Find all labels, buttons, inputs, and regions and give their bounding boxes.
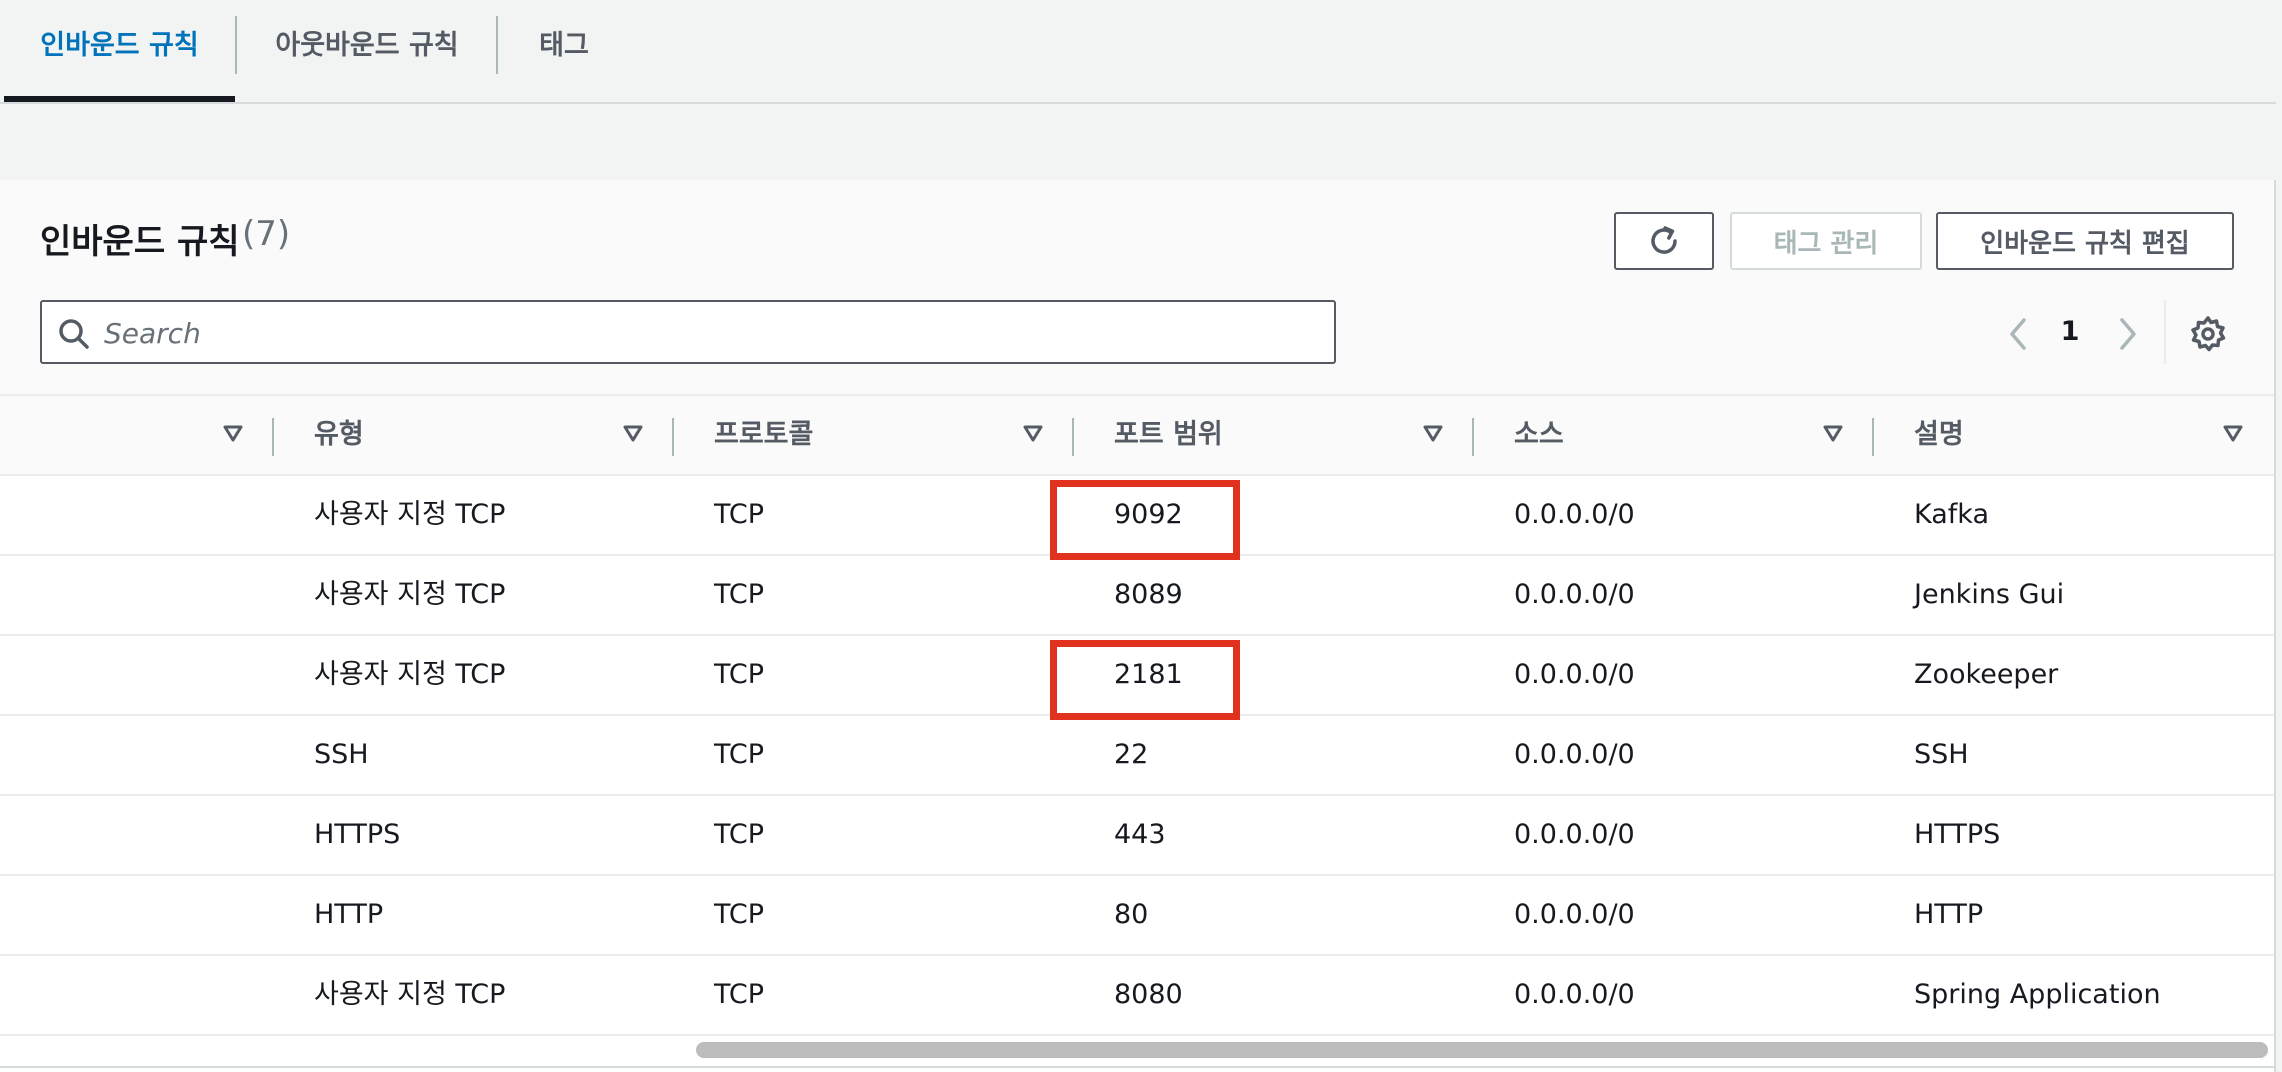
rule-count: (7) <box>242 214 291 254</box>
panel-bottom-border <box>0 1066 2274 1068</box>
column-resizer[interactable] <box>1872 418 1874 456</box>
tab-inbound-rules[interactable]: 인바운드 규칙 <box>4 0 235 102</box>
cell-port-range: 443 <box>1114 819 1166 850</box>
search-input[interactable] <box>102 310 1306 356</box>
cell-description: SSH <box>1914 739 1969 770</box>
horizontal-scrollbar[interactable] <box>696 1042 2268 1058</box>
manage-tags-button[interactable]: 태그 관리 <box>1730 212 1922 270</box>
cell-port-range: 80 <box>1114 899 1149 930</box>
cell-source: 0.0.0.0/0 <box>1514 899 1635 930</box>
cell-type: 사용자 지정 TCP <box>314 659 506 690</box>
table-row[interactable]: HTTP TCP 80 0.0.0.0/0 HTTP <box>0 876 2274 956</box>
cell-description: HTTP <box>1914 899 1984 930</box>
cell-protocol: TCP <box>714 739 765 770</box>
cell-type: 사용자 지정 TCP <box>314 499 506 530</box>
column-resizer[interactable] <box>672 418 674 456</box>
cell-type: 사용자 지정 TCP <box>314 579 506 610</box>
sort-down-icon[interactable] <box>2222 424 2244 444</box>
cell-port-range: 22 <box>1114 739 1149 770</box>
search-icon <box>59 319 89 349</box>
current-page[interactable]: 1 <box>2050 312 2090 352</box>
cell-description: Kafka <box>1914 499 1989 530</box>
cell-description: Spring Application <box>1914 979 2161 1010</box>
cell-protocol: TCP <box>714 579 765 610</box>
cell-port-range: 8089 <box>1114 579 1183 610</box>
pager-divider <box>2164 300 2166 364</box>
panel-header: 인바운드 규칙 (7) 태그 관리 인바운드 규칙 편집 1 <box>0 180 2274 396</box>
table-row[interactable]: 사용자 지정 TCP TCP 8080 0.0.0.0/0 Spring App… <box>0 956 2274 1036</box>
tab-bar: 인바운드 규칙 아웃바운드 규칙 태그 <box>0 0 2276 104</box>
cell-description: Zookeeper <box>1914 659 2059 690</box>
gear-icon[interactable] <box>2188 314 2228 354</box>
column-header-source[interactable]: 소스 <box>1514 396 1564 474</box>
cell-source: 0.0.0.0/0 <box>1514 819 1635 850</box>
tab-outbound-rules[interactable]: 아웃바운드 규칙 <box>237 0 497 102</box>
refresh-button[interactable] <box>1614 212 1714 270</box>
cell-protocol: TCP <box>714 659 765 690</box>
cell-source: 0.0.0.0/0 <box>1514 579 1635 610</box>
table-row[interactable]: 사용자 지정 TCP TCP 8089 0.0.0.0/0 Jenkins Gu… <box>0 556 2274 636</box>
sort-down-icon[interactable] <box>1022 424 1044 444</box>
cell-description: Jenkins Gui <box>1914 579 2065 610</box>
column-header-protocol[interactable]: 프로토콜 <box>714 396 813 474</box>
cell-type: HTTP <box>314 899 384 930</box>
sort-down-icon[interactable] <box>1422 424 1444 444</box>
column-header-port-range[interactable]: 포트 범위 <box>1114 396 1223 474</box>
chevron-right-icon[interactable] <box>2112 314 2144 354</box>
highlight-box-port-2181 <box>1050 640 1240 720</box>
column-header-type[interactable]: 유형 <box>314 396 364 474</box>
column-resizer[interactable] <box>272 418 274 456</box>
cell-source: 0.0.0.0/0 <box>1514 979 1635 1010</box>
cell-type: 사용자 지정 TCP <box>314 979 506 1010</box>
cell-description: HTTPS <box>1914 819 2001 850</box>
refresh-icon <box>1651 226 1677 254</box>
cell-protocol: TCP <box>714 899 765 930</box>
cell-source: 0.0.0.0/0 <box>1514 659 1635 690</box>
table-row[interactable]: HTTPS TCP 443 0.0.0.0/0 HTTPS <box>0 796 2274 876</box>
column-resizer[interactable] <box>1472 418 1474 456</box>
table-row[interactable]: SSH TCP 22 0.0.0.0/0 SSH <box>0 716 2274 796</box>
tab-tags[interactable]: 태그 <box>498 0 630 102</box>
sort-down-icon[interactable] <box>222 424 244 444</box>
sort-down-icon[interactable] <box>1822 424 1844 444</box>
highlight-box-port-9092 <box>1050 480 1240 560</box>
cell-protocol: TCP <box>714 979 765 1010</box>
cell-type: HTTPS <box>314 819 401 850</box>
chevron-left-icon[interactable] <box>2002 314 2034 354</box>
panel-title: 인바운드 규칙 <box>40 222 240 262</box>
cell-protocol: TCP <box>714 499 765 530</box>
active-tab-indicator <box>4 96 235 102</box>
inbound-rules-panel: 인바운드 규칙 (7) 태그 관리 인바운드 규칙 편집 1 <box>0 180 2276 1072</box>
sort-down-icon[interactable] <box>622 424 644 444</box>
edit-inbound-rules-button[interactable]: 인바운드 규칙 편집 <box>1936 212 2234 270</box>
cell-source: 0.0.0.0/0 <box>1514 739 1635 770</box>
cell-protocol: TCP <box>714 819 765 850</box>
column-resizer[interactable] <box>1072 418 1074 456</box>
search-field[interactable] <box>40 300 1336 364</box>
cell-type: SSH <box>314 739 369 770</box>
column-header-description[interactable]: 설명 <box>1914 396 1964 474</box>
cell-port-range: 8080 <box>1114 979 1183 1010</box>
table-header: 유형 프로토콜 포트 범위 소스 설명 <box>0 396 2274 476</box>
cell-source: 0.0.0.0/0 <box>1514 499 1635 530</box>
